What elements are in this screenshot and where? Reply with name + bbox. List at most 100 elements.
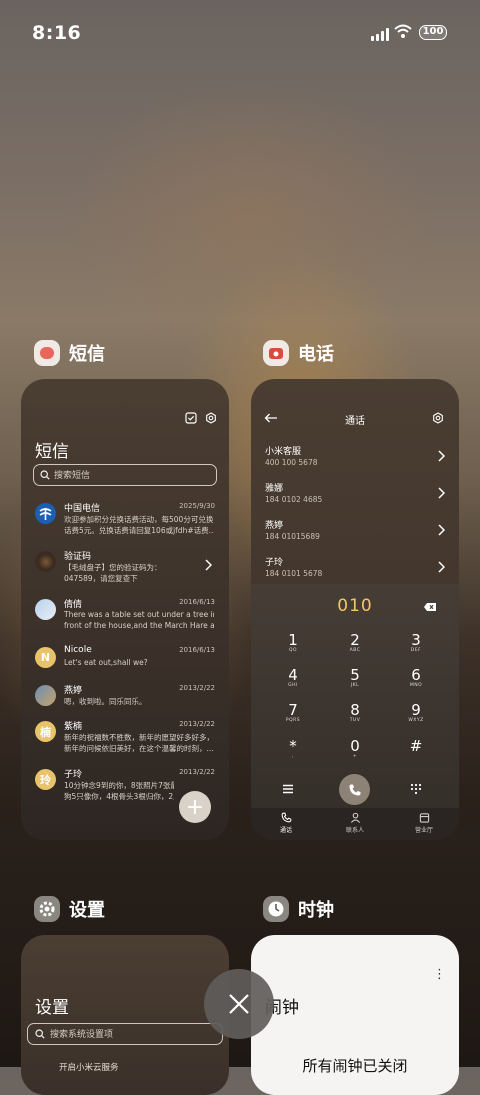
clear-all-button[interactable] [204,969,274,1039]
message-item[interactable]: 倩倩 2016/6/13 There was a table set out u… [21,597,229,641]
message-item[interactable]: 中国电信 2025/9/30 欢迎参加积分兑换话费活动，每500分可兑换 话费5… [21,501,229,545]
sms-app-icon [34,340,60,366]
message-preview: 欢迎参加积分兑换话费活动，每500分可兑换 [64,515,214,524]
china-telecom-avatar [35,503,56,524]
app-name-phone: 电话 [298,344,334,365]
recent-call-item[interactable]: 燕婷 184 01015689 [265,518,445,548]
backspace-icon[interactable] [423,602,437,612]
recent-call-item[interactable]: 雅娜 184 0102 4685 [265,481,445,511]
message-preview: Let's eat out,shall we? [64,658,148,667]
message-sender: 验证码 [64,552,92,562]
recent-card-phone[interactable]: 通话 小米客服 400 100 5678 雅娜 184 0102 4685 燕婷… [251,379,459,840]
message-sender: 倩倩 [64,600,83,610]
settings-item-mi-cloud[interactable]: 开启小米云服务 [59,1061,119,1073]
tab-contacts[interactable]: 联系人 [330,812,380,834]
message-item[interactable]: 验证码 【毛绒盘子】您的验证码为： 047589，请您复查下 [21,549,229,593]
recent-call-item[interactable]: 小米客服 400 100 5678 [265,444,445,474]
wifi-icon [394,24,412,38]
app-name-sms: 短信 [69,344,105,365]
sms-search-input[interactable]: 搜索短信 [33,464,217,486]
dial-key-6[interactable]: 6 MNO [386,667,446,689]
dial-key-9[interactable]: 9 WXYZ [386,702,446,724]
store-icon [419,813,429,823]
dialpad: 010 1 QO 2 ABC 3 DEF 4 GHI 5 JKL 6 MNO 7 PQRS 8… [251,584,459,840]
recent-card-clock[interactable]: ⋮ 闹钟 所有闹钟已关闭 [251,935,459,1095]
contact-avatar [35,685,56,706]
new-message-button[interactable]: + [179,791,211,823]
caller-number: 184 0101 5678 [265,569,323,578]
message-preview: 话费5元。兑换话费请回复106或jfdh#话费... [64,526,214,535]
menu-icon[interactable] [282,784,294,794]
tab-yellow-pages[interactable]: 营业厅 [399,812,449,834]
chevron-right-icon [438,561,445,573]
person-icon [350,812,360,823]
dial-key-7[interactable]: 7 PQRS [263,702,323,724]
dial-key-hash[interactable]: # [386,738,446,754]
dial-key-1[interactable]: 1 QO [263,632,323,654]
status-time: 8:16 [32,22,82,44]
settings-gear-icon[interactable] [205,412,217,424]
caller-number: 184 01015689 [265,532,320,541]
dial-key-4[interactable]: 4 GHI [263,667,323,689]
alarms-off-message: 所有闹钟已关闭 [302,1057,408,1075]
clock-app-icon [263,896,289,922]
message-sender: Nicole [64,645,92,655]
status-bar: 8:16 100 [0,0,480,68]
settings-gear-icon[interactable] [432,412,444,424]
tab-calls[interactable]: 通话 [261,812,311,834]
dialpad-toggle-icon[interactable] [410,783,422,795]
select-icon[interactable] [185,412,197,424]
message-preview: 嗯，收到啦。同乐同乐。 [64,697,147,706]
search-icon [35,1029,45,1039]
contact-avatar: 玲 [35,769,56,790]
dial-key-3[interactable]: 3 DEF [386,632,446,654]
message-preview: There was a table set out under a tree i… [64,610,214,619]
message-sender: 子玲 [64,770,83,780]
call-button[interactable] [339,774,370,805]
contact-avatar: N [35,647,56,668]
settings-search-input[interactable]: 搜索系统设置项 [27,1023,223,1045]
message-item[interactable]: 楠 紫楠 2013/2/22 新年的祝福数不胜数，新年的愿望好多好多， 新年的问… [21,719,229,763]
caller-name: 雅娜 [265,484,284,494]
cellular-signal-icon [371,27,389,41]
app-header-sms[interactable]: 短信 [34,340,105,366]
app-header-phone[interactable]: 电话 [263,340,334,366]
chevron-right-icon [438,450,445,462]
search-placeholder: 搜索系统设置项 [50,1030,114,1040]
app-header-clock[interactable]: 时钟 [263,896,334,922]
sms-page-title: 短信 [35,442,69,462]
settings-app-icon [34,896,60,922]
contact-avatar [35,551,56,572]
dial-key-star[interactable]: *, [263,738,323,760]
message-date: 2013/2/22 [179,684,215,692]
message-date: 2013/2/22 [179,768,215,776]
dial-key-5[interactable]: 5 JKL [325,667,385,689]
chevron-right-icon [205,559,212,571]
message-preview: 10分钟念9到的你，8张照片7张最你，6只小 [64,781,174,790]
message-preview: 【毛绒盘子】您的验证码为： [64,563,162,572]
phone-handset-icon [349,784,360,795]
battery-icon: 100 [419,25,447,40]
dial-key-0[interactable]: 0 + [325,738,385,760]
dial-key-8[interactable]: 8 TUV [325,702,385,724]
message-date: 2016/6/13 [179,598,215,606]
message-preview: front of the house,and the March Hare an… [64,621,214,630]
dial-key-2[interactable]: 2 ABC [325,632,385,654]
settings-page-title: 设置 [35,998,69,1018]
app-header-settings[interactable]: 设置 [34,896,105,922]
phone-app-icon [263,340,289,366]
recent-call-item[interactable]: 子玲 184 0101 5678 [265,555,445,585]
bottom-tab-bar: 通话 联系人 营业厅 [251,808,459,840]
message-date: 2016/6/13 [179,646,215,654]
caller-number: 184 0102 4685 [265,495,323,504]
message-preview: 新年的祝福数不胜数，新年的愿望好多好多， [64,733,214,742]
chevron-right-icon [438,524,445,536]
recent-card-sms[interactable]: 短信 搜索短信 中国电信 2025/9/30 欢迎参加积分兑换话费活动，每500… [21,379,229,840]
phone-handset-icon [281,812,291,823]
more-menu-icon[interactable]: ⋮ [433,967,446,982]
contact-avatar: 楠 [35,721,56,742]
message-date: 2013/2/22 [179,720,215,728]
search-placeholder: 搜索短信 [54,471,91,481]
recent-card-settings[interactable]: 设置 搜索系统设置项 开启小米云服务 [21,935,229,1095]
caller-number: 400 100 5678 [265,458,318,467]
